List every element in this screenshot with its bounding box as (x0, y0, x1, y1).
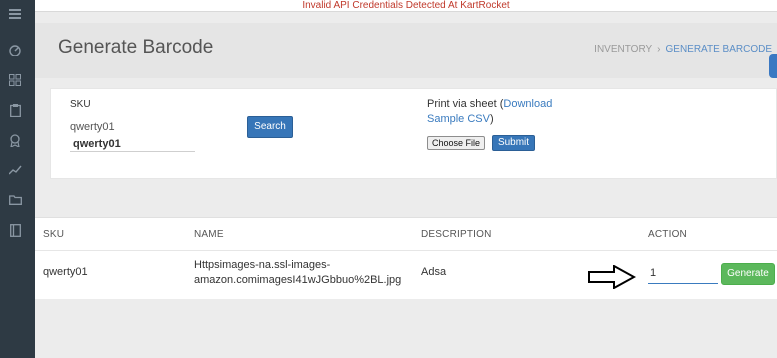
api-credentials-alert: Invalid API Credentials Detected At Kart… (302, 0, 510, 11)
page-header: Generate Barcode INVENTORY › GENERATE BARC… (35, 23, 777, 78)
top-bar: Invalid API Credentials Detected At Kart… (35, 0, 777, 12)
book-icon[interactable] (8, 224, 22, 238)
menu-icon[interactable] (8, 8, 22, 22)
clipboard-icon[interactable] (8, 104, 22, 118)
column-header-description: DESCRIPTION (421, 229, 492, 240)
barcode-form-card: SKU qwerty01 Search Print via sheet (Dow… (50, 88, 777, 179)
sku-input[interactable] (70, 137, 195, 152)
row-description: Adsa (421, 266, 447, 278)
column-header-action: ACTION (648, 229, 687, 240)
folder-icon[interactable] (8, 194, 22, 208)
breadcrumb-inventory[interactable]: INVENTORY (594, 44, 652, 55)
dashboard-icon[interactable] (8, 44, 22, 58)
page-title: Generate Barcode (58, 37, 214, 58)
row-name: Httpsimages-na.ssl-images- amazon.comima… (194, 258, 401, 288)
breadcrumb: INVENTORY › GENERATE BARCODE (594, 44, 772, 55)
breadcrumb-generate-barcode: GENERATE BARCODE (665, 44, 773, 55)
column-header-sku: SKU (43, 229, 65, 240)
print-text-suffix: ) (489, 113, 494, 125)
sku-label: SKU (70, 99, 91, 110)
table-divider (35, 250, 777, 251)
submit-button[interactable]: Submit (492, 135, 535, 151)
annotation-arrow-icon (588, 265, 636, 289)
sku-value-text: qwerty01 (70, 121, 115, 133)
row-name-line-2: amazon.comimagesI41wJGbbuo%2BL.jpg (194, 274, 402, 286)
results-table: SKU NAME DESCRIPTION ACTION qwerty01 Htt… (35, 217, 777, 299)
choose-file-button[interactable]: Choose File (427, 136, 485, 150)
chart-icon[interactable] (8, 164, 22, 178)
generate-button[interactable]: Generate (721, 263, 775, 285)
sidebar (0, 0, 35, 358)
side-panel-toggle[interactable] (769, 54, 777, 78)
breadcrumb-separator-icon: › (657, 44, 661, 55)
row-name-line-1: Httpsimages-na.ssl-images- (194, 259, 331, 271)
award-icon[interactable] (8, 134, 22, 149)
column-header-name: NAME (194, 229, 224, 240)
barcode-quantity-input[interactable] (648, 263, 718, 284)
print-text-prefix: Print via sheet ( (427, 98, 504, 110)
print-via-sheet-text: Print via sheet (Download Sample CSV) (427, 97, 587, 127)
search-button[interactable]: Search (247, 116, 293, 138)
grid-icon[interactable] (8, 74, 22, 88)
row-sku: qwerty01 (43, 266, 88, 278)
